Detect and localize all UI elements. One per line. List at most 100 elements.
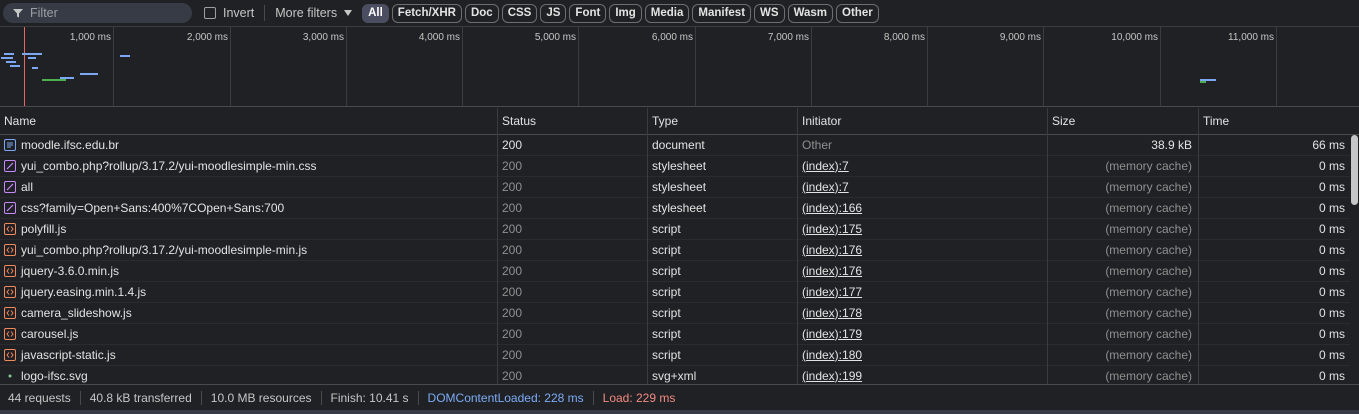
script-icon	[4, 328, 16, 340]
filter-chip-manifest[interactable]: Manifest	[692, 3, 752, 23]
table-row[interactable]: yui_combo.php?rollup/3.17.2/yui-moodlesi…	[0, 155, 1359, 177]
request-name: all	[21, 179, 34, 194]
time-cell: 0 ms	[1318, 284, 1345, 299]
network-toolbar: Filter Invert More filters All Fetch/XHR D…	[0, 0, 1359, 27]
initiator-link[interactable]: (index):199	[798, 365, 1048, 384]
filter-chip-all[interactable]: All	[362, 3, 389, 23]
vertical-scrollbar[interactable]	[1350, 135, 1359, 384]
filter-chip-css[interactable]: CSS	[501, 3, 538, 23]
request-name-cell[interactable]: all	[0, 176, 498, 198]
table-row[interactable]: yui_combo.php?rollup/3.17.2/yui-moodlesi…	[0, 239, 1359, 261]
request-name-cell[interactable]: jquery.easing.min.1.4.js	[0, 281, 498, 303]
initiator-link[interactable]: (index):180	[798, 344, 1048, 366]
request-name: yui_combo.php?rollup/3.17.2/yui-moodlesi…	[21, 242, 308, 257]
initiator-link[interactable]: (index):177	[798, 281, 1048, 303]
overview-bar	[28, 57, 36, 59]
request-name-cell[interactable]: css?family=Open+Sans:400%7COpen+Sans:700	[0, 197, 498, 219]
size-cell: (memory cache)	[1048, 281, 1199, 303]
table-row[interactable]: jquery.easing.min.1.4.js 200 script (index)…	[0, 281, 1359, 303]
request-name: jquery.easing.min.1.4.js	[21, 284, 147, 299]
load-time: Load: 229 ms	[602, 390, 676, 405]
timeline-overview[interactable]: 1,000 ms 2,000 ms 3,000 ms 4,000 ms 5,000 ms…	[0, 27, 1359, 107]
stylesheet-icon	[4, 160, 16, 172]
request-count: 44 requests	[8, 390, 81, 405]
overview-bar	[1, 57, 13, 59]
table-row[interactable]: all 200 stylesheet (index):7 (memory cache) 0…	[0, 176, 1359, 198]
filter-chip-img[interactable]: Img	[609, 3, 642, 23]
column-header-initiator[interactable]: Initiator	[798, 108, 1048, 135]
initiator-link[interactable]: (index):176	[798, 260, 1048, 282]
request-name-cell[interactable]: moodle.ifsc.edu.br	[0, 134, 498, 156]
request-name-cell[interactable]: yui_combo.php?rollup/3.17.2/yui-moodlesi…	[0, 155, 498, 177]
request-name-cell[interactable]: jquery-3.6.0.min.js	[0, 260, 498, 282]
status-cell: 200	[498, 239, 648, 261]
timeline-gridline	[346, 27, 347, 106]
column-header-status[interactable]: Status	[498, 108, 648, 135]
domcontentloaded-time: DOMContentLoaded: 228 ms	[428, 390, 594, 405]
filter-chip-wasm[interactable]: Wasm	[787, 3, 834, 23]
time-cell: 0 ms	[1318, 221, 1345, 236]
table-row[interactable]: css?family=Open+Sans:400%7COpen+Sans:700…	[0, 197, 1359, 219]
table-row[interactable]: moodle.ifsc.edu.br 200 document Other 38.9 k…	[0, 134, 1359, 156]
overview-bar	[6, 61, 16, 63]
overview-bar	[10, 65, 20, 67]
overview-bar	[120, 55, 130, 57]
type-cell: script	[648, 260, 798, 282]
overview-bar	[80, 73, 98, 75]
size-cell: (memory cache)	[1048, 344, 1199, 366]
timeline-tick-label: 4,000 ms	[418, 32, 460, 43]
initiator-link[interactable]: (index):176	[798, 239, 1048, 261]
initiator-link[interactable]: (index):175	[798, 218, 1048, 240]
table-row[interactable]: jquery-3.6.0.min.js 200 script (index):176(…	[0, 260, 1359, 282]
request-name-cell[interactable]: javascript-static.js	[0, 344, 498, 366]
status-cell: 200	[498, 323, 648, 345]
initiator-link[interactable]: (index):166	[798, 197, 1048, 219]
request-name-cell[interactable]: camera_slideshow.js	[0, 302, 498, 324]
filter-chip-font[interactable]: Font	[569, 3, 607, 23]
table-row[interactable]: polyfill.js 200 script (index):175 (memory c…	[0, 218, 1359, 240]
status-cell: 200	[498, 218, 648, 240]
status-cell: 200	[498, 155, 648, 177]
request-name: moodle.ifsc.edu.br	[21, 137, 120, 152]
request-name-cell[interactable]: yui_combo.php?rollup/3.17.2/yui-moodlesi…	[0, 239, 498, 261]
column-header-time[interactable]: Time	[1199, 108, 1359, 135]
table-row[interactable]: camera_slideshow.js 200 script (index):178(…	[0, 302, 1359, 324]
table-row[interactable]: carousel.js 200 script (index):179 (memory c…	[0, 323, 1359, 345]
initiator-link[interactable]: (index):7	[798, 155, 1048, 177]
stylesheet-icon	[4, 181, 16, 193]
column-header-size[interactable]: Size	[1048, 108, 1199, 135]
table-row[interactable]: javascript-static.js 200 script (index):180…	[0, 344, 1359, 366]
overview-bar	[1200, 81, 1206, 83]
filter-input[interactable]: Filter	[3, 3, 192, 23]
filter-chip-doc[interactable]: Doc	[464, 3, 499, 23]
type-cell: stylesheet	[648, 155, 798, 177]
filter-chip-other[interactable]: Other	[836, 3, 879, 23]
size-cell: (memory cache)	[1048, 260, 1199, 282]
timeline-gridline	[578, 27, 579, 106]
invert-checkbox[interactable]	[204, 7, 216, 19]
request-name-cell[interactable]: polyfill.js	[0, 218, 498, 240]
more-filters-dropdown[interactable]: More filters	[275, 6, 353, 20]
timeline-gridline	[1160, 27, 1161, 106]
scrollbar-thumb[interactable]	[1351, 135, 1358, 205]
initiator-link[interactable]: (index):7	[798, 176, 1048, 198]
column-header-type[interactable]: Type	[648, 108, 798, 135]
request-name: css?family=Open+Sans:400%7COpen+Sans:700	[21, 200, 285, 215]
filter-chip-fetch-xhr[interactable]: Fetch/XHR	[391, 3, 462, 23]
column-header-name[interactable]: Name	[0, 108, 498, 135]
timeline-gridline	[230, 27, 231, 106]
request-name-cell[interactable]: logo-ifsc.svg	[0, 365, 498, 384]
filter-chip-js[interactable]: JS	[540, 3, 567, 23]
request-name: carousel.js	[21, 326, 79, 341]
initiator-link[interactable]: (index):178	[798, 302, 1048, 324]
request-name-cell[interactable]: carousel.js	[0, 323, 498, 345]
status-cell: 200	[498, 365, 648, 384]
timeline-gridline	[1043, 27, 1044, 106]
filter-chip-ws[interactable]: WS	[754, 3, 785, 23]
initiator-link[interactable]: (index):179	[798, 323, 1048, 345]
timeline-tick-label: 2,000 ms	[186, 32, 228, 43]
size-cell: (memory cache)	[1048, 176, 1199, 198]
invert-toggle[interactable]: Invert	[204, 6, 254, 20]
table-row[interactable]: logo-ifsc.svg 200 svg+xml (index):199 (memor…	[0, 365, 1359, 384]
filter-chip-media[interactable]: Media	[644, 3, 690, 23]
